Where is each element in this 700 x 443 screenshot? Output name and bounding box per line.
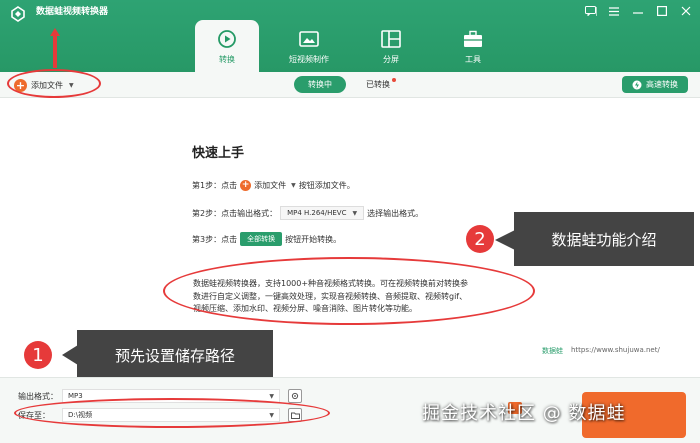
quickstart-title: 快速上手 (192, 146, 245, 161)
tab-converted[interactable]: 已转换 (366, 78, 396, 90)
format-chip: MP4 H.264/HEVC ▼ (280, 206, 365, 220)
format-chip-label: MP4 H.264/HEVC (287, 209, 347, 217)
main-nav: 转换 短视频制作 分屏 工具 (195, 20, 523, 72)
convert-status-tabs: 转换中 已转换 (294, 76, 396, 93)
step-text: 第3步：点击 (192, 234, 238, 244)
output-format-value: MP3 (68, 392, 83, 400)
message-icon[interactable] (584, 4, 596, 18)
chevron-down-icon: ▼ (269, 392, 274, 400)
notification-dot (392, 78, 396, 82)
minimize-icon[interactable] (632, 4, 644, 18)
step-button-label: 添加文件 (254, 181, 287, 190)
tab-label: 短视频制作 (289, 55, 329, 64)
tab-label: 分屏 (383, 55, 399, 64)
quickstart-step-2: 第2步：点击输出格式： MP4 H.264/HEVC ▼ 选择输出格式。 (192, 206, 423, 220)
arrow-up-icon (50, 28, 60, 68)
close-icon[interactable] (680, 4, 692, 18)
tab-short-video[interactable]: 短视频制作 (277, 20, 341, 72)
toolbox-icon (463, 29, 483, 49)
highlight-ellipse-add-file (7, 69, 101, 98)
site-brand: 数据蛙 (542, 347, 563, 355)
chevron-down-icon: ▼ (352, 209, 358, 217)
callout-pointer (495, 230, 515, 250)
tab-converting[interactable]: 转换中 (294, 76, 346, 93)
split-screen-icon (381, 29, 401, 49)
callout-save-path: 预先设置储存路径 (77, 330, 273, 380)
tab-label: 工具 (465, 55, 481, 64)
chevron-down-icon: ▼ (291, 182, 296, 189)
app-logo-icon (11, 6, 25, 22)
watermark: 掘金技术社区 @ 数据蛙 (422, 403, 626, 424)
callout-badge-2: 2 (466, 225, 494, 253)
tab-converted-label: 已转换 (366, 80, 390, 89)
step-text: 第1步：点击 (192, 181, 238, 190)
step-text: 选择输出格式。 (367, 208, 424, 218)
output-format-label: 输出格式： (18, 391, 58, 401)
callout-badge-1: 1 (24, 341, 52, 369)
highlight-ellipse-save-path (14, 398, 330, 428)
convert-icon (217, 29, 237, 49)
title-bar: 数据蛙视频转换器 转换 短视频制作 分屏 工具 (0, 0, 700, 72)
tab-label: 转换 (219, 55, 235, 64)
convert-all-chip: 全部转换 (240, 232, 283, 246)
high-speed-convert-button[interactable]: 高速转换 (622, 76, 688, 93)
highlight-ellipse-description (163, 257, 535, 325)
website-info: 数据蛙 https://www.shujuwa.net/ (542, 346, 660, 356)
menu-icon[interactable] (608, 4, 620, 18)
callout-pointer (62, 345, 78, 365)
maximize-icon[interactable] (656, 4, 668, 18)
quickstart-step-1: 第1步：点击 + 添加文件 ▼ 按钮添加文件。 (192, 180, 355, 191)
high-speed-convert-label: 高速转换 (646, 80, 678, 89)
step-text: 按钮开始转换。 (285, 234, 342, 244)
tab-tools[interactable]: 工具 (441, 20, 505, 72)
window-controls (584, 4, 692, 18)
quickstart-step-3: 第3步：点击 全部转换 按钮开始转换。 (192, 232, 341, 246)
step-text: 第2步：点击输出格式： (192, 208, 278, 218)
tab-convert[interactable]: 转换 (195, 20, 259, 72)
format-settings-icon[interactable] (288, 389, 302, 403)
lightning-icon (632, 80, 642, 89)
short-video-icon (299, 29, 319, 49)
tab-split-screen[interactable]: 分屏 (359, 20, 423, 72)
site-url[interactable]: https://www.shujuwa.net/ (571, 346, 660, 356)
step-text: 按钮添加文件。 (298, 181, 355, 190)
callout-feature-intro: 数据蛙功能介绍 (514, 212, 694, 266)
app-title: 数据蛙视频转换器 (36, 7, 109, 17)
add-icon: + (240, 180, 252, 191)
